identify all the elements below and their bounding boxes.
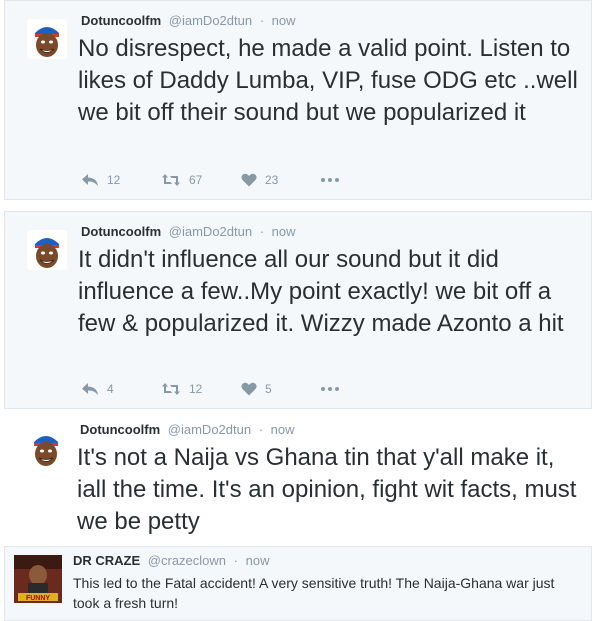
like-count: 5 xyxy=(265,382,272,396)
tweet-card[interactable]: Dotuncoolfm @iamDo2dtun · now It's not a… xyxy=(4,410,592,542)
display-name[interactable]: Dotuncoolfm xyxy=(81,224,161,239)
reply-button[interactable]: 12 xyxy=(81,173,161,187)
avatar-logo-text: FUNNY xyxy=(26,595,50,602)
reply-icon xyxy=(82,383,98,395)
tweet-text: This led to the Fatal accident! A very s… xyxy=(73,575,555,611)
more-icon xyxy=(321,387,339,391)
tweet-header: Dotuncoolfm @iamDo2dtun · now xyxy=(81,13,296,28)
timestamp[interactable]: now xyxy=(272,13,296,28)
retweet-icon xyxy=(162,174,180,186)
retweet-button[interactable]: 67 xyxy=(161,173,241,187)
username[interactable]: @iamDo2dtun xyxy=(169,13,252,28)
tweet-card[interactable]: Dotuncoolfm @iamDo2dtun · now No disresp… xyxy=(4,0,592,200)
username[interactable]: @iamDo2dtun xyxy=(169,224,252,239)
heart-icon xyxy=(241,382,257,396)
tweet-card[interactable]: Dotuncoolfm @iamDo2dtun · now It didn't … xyxy=(4,211,592,409)
more-button[interactable] xyxy=(321,178,339,182)
timestamp[interactable]: now xyxy=(271,422,295,437)
avatar[interactable]: FUNNY xyxy=(14,555,62,603)
separator: · xyxy=(233,553,238,568)
like-button[interactable]: 23 xyxy=(241,173,321,187)
tweet-text: It didn't influence all our sound but it… xyxy=(78,246,564,337)
timestamp[interactable]: now xyxy=(272,224,296,239)
retweet-count: 12 xyxy=(189,382,203,396)
retweet-icon xyxy=(162,383,180,395)
reply-button[interactable]: 4 xyxy=(81,382,161,396)
reply-icon xyxy=(82,174,98,186)
tweet-actions: 4 12 5 xyxy=(81,380,339,398)
retweet-button[interactable]: 12 xyxy=(161,382,241,396)
display-name[interactable]: Dotuncoolfm xyxy=(80,422,160,437)
avatar[interactable] xyxy=(27,19,67,59)
like-count: 23 xyxy=(265,173,279,187)
tweet-card[interactable]: FUNNY DR CRAZE @crazeclown · now This le… xyxy=(4,546,592,621)
separator: · xyxy=(259,13,265,28)
like-button[interactable]: 5 xyxy=(241,382,321,396)
tweet-text: No disrespect, he made a valid point. Li… xyxy=(78,35,578,126)
tweet-text: It's not a Naija vs Ghana tin that y'all… xyxy=(77,444,577,535)
timestamp[interactable]: now xyxy=(246,553,270,568)
display-name[interactable]: Dotuncoolfm xyxy=(81,13,161,28)
tweet-actions: 12 67 23 xyxy=(81,171,339,189)
tweet-header: Dotuncoolfm @iamDo2dtun · now xyxy=(81,224,296,239)
username[interactable]: @crazeclown xyxy=(148,553,226,568)
display-name[interactable]: DR CRAZE xyxy=(73,553,140,568)
retweet-count: 67 xyxy=(189,173,203,187)
reply-count: 4 xyxy=(107,382,114,396)
more-button[interactable] xyxy=(321,387,339,391)
heart-icon xyxy=(241,173,257,187)
more-icon xyxy=(321,178,339,182)
reply-count: 12 xyxy=(107,173,121,187)
avatar[interactable] xyxy=(26,428,66,468)
username[interactable]: @iamDo2dtun xyxy=(168,422,251,437)
separator: · xyxy=(258,422,264,437)
tweet-header: DR CRAZE @crazeclown · now xyxy=(73,553,269,568)
avatar[interactable] xyxy=(27,230,67,270)
tweet-timeline: Dotuncoolfm @iamDo2dtun · now No disresp… xyxy=(0,0,616,621)
separator: · xyxy=(259,224,265,239)
tweet-header: Dotuncoolfm @iamDo2dtun · now xyxy=(80,422,295,437)
